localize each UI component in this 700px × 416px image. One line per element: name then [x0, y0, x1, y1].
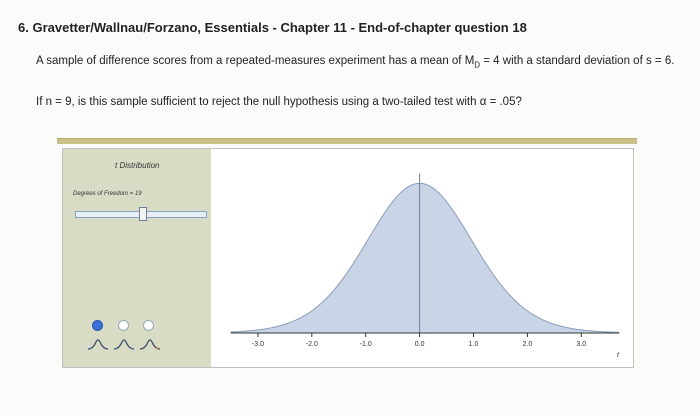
left-tail-shape-icon[interactable]: [87, 337, 109, 351]
t-distribution-widget: t Distribution Degrees of Freedom = 19 -…: [62, 148, 634, 368]
widget-control-pane: t Distribution Degrees of Freedom = 19: [63, 149, 211, 367]
degrees-of-freedom-label: Degrees of Freedom = 19: [73, 191, 142, 197]
x-tick-label: -2.0: [306, 341, 318, 348]
radio-two-tail[interactable]: [118, 320, 129, 331]
question-title: 6. Gravetter/Wallnau/Forzano, Essentials…: [18, 20, 527, 35]
x-tick-label: 1.0: [469, 341, 479, 348]
x-tick-label: 3.0: [576, 341, 586, 348]
question-line-2: If n = 9, is this sample sufficient to r…: [36, 96, 522, 108]
two-tail-shape-icon[interactable]: [113, 337, 135, 351]
x-tick-label: -3.0: [252, 341, 264, 348]
x-tick-label: 0.0: [415, 341, 425, 348]
radio-one-tail-left[interactable]: [92, 320, 103, 331]
x-axis-label: t: [617, 352, 620, 359]
section-divider: [57, 138, 637, 144]
right-tail-shape-icon[interactable]: [139, 337, 161, 351]
t-distribution-chart: -3.0 -2.0 -1.0 0.0 1.0 2.0 3.0 t: [230, 173, 620, 359]
question-line-1-suffix: = 4 with a standard deviation of s = 6.: [480, 55, 675, 67]
x-tick-label: 2.0: [523, 341, 533, 348]
x-tick-label: -1.0: [360, 341, 372, 348]
screenshot-frame: 6. Gravetter/Wallnau/Forzano, Essentials…: [0, 0, 700, 416]
distribution-curve: [230, 182, 620, 334]
widget-title: t Distribution: [115, 161, 160, 170]
question-line-1-prefix: A sample of difference scores from a rep…: [36, 55, 475, 67]
question-line-1: A sample of difference scores from a rep…: [36, 55, 674, 69]
slider-thumb[interactable]: [139, 207, 147, 221]
question-page: 6. Gravetter/Wallnau/Forzano, Essentials…: [0, 0, 700, 416]
radio-one-tail-right[interactable]: [143, 320, 154, 331]
